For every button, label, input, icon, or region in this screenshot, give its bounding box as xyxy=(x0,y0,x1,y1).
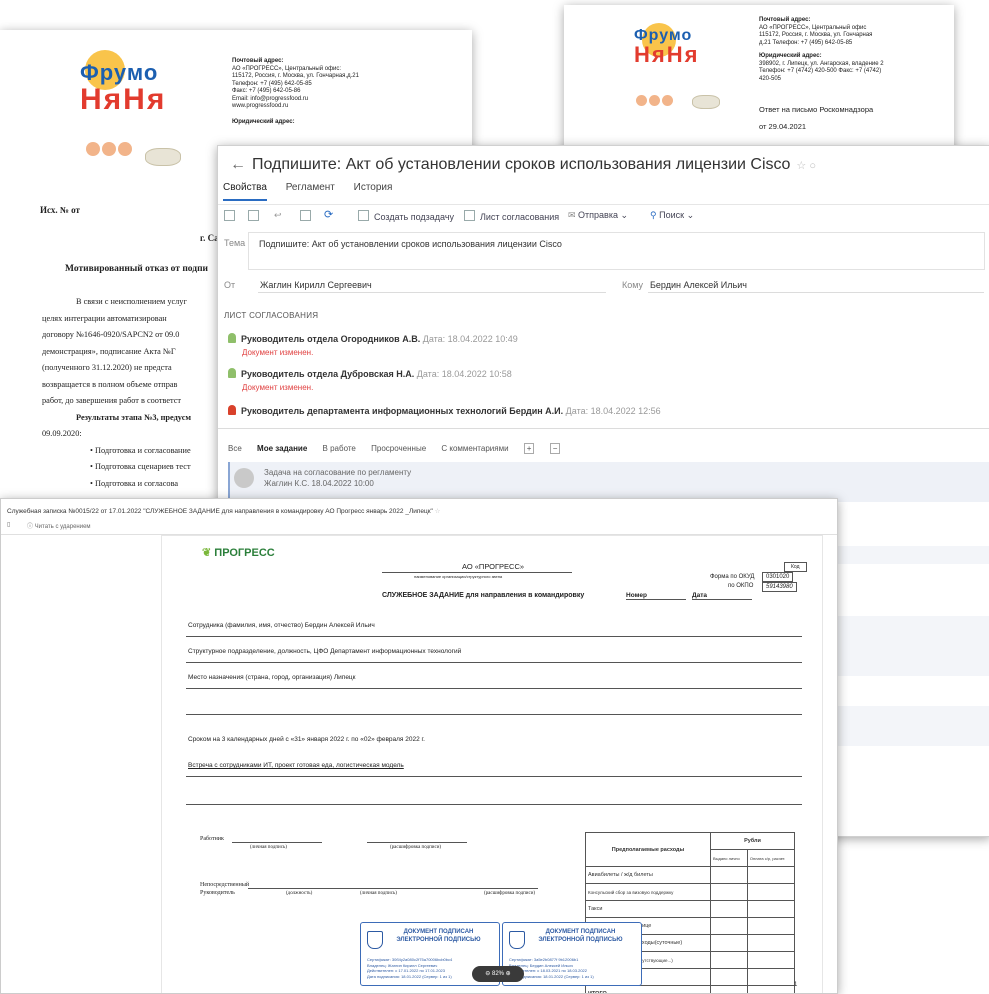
destination-field: Место назначения (страна, город, организ… xyxy=(188,674,356,681)
letter-body: В связи с неисполнением услуг целях инте… xyxy=(42,294,191,492)
city: г. Са xyxy=(200,233,219,243)
subject-field[interactable]: Подпишите: Акт об установлении сроков ис… xyxy=(248,232,985,270)
expand-icon[interactable]: + xyxy=(524,443,535,454)
subtask-icon xyxy=(358,210,369,221)
trip-assignment-document: Служебная записка №0015/22 от 17.01.2022… xyxy=(0,498,838,994)
shield-icon xyxy=(509,931,525,949)
table-row: Такси xyxy=(586,901,795,918)
search-menu-button[interactable]: ⚲ Поиск ⌄ xyxy=(650,210,694,221)
collapse-icon[interactable]: − xyxy=(550,443,561,454)
table-row: Консульский сбор за визовую поддержку xyxy=(586,884,795,901)
filter-in-progress[interactable]: В работе xyxy=(323,444,356,453)
filter-with-comments[interactable]: С комментариями xyxy=(441,444,508,453)
form-page: ❦ ПРОГРЕСС АО «ПРОГРЕСС» наименование ор… xyxy=(161,535,823,994)
sidebar-icon[interactable]: ▯ xyxy=(7,521,10,528)
tab-history[interactable]: История xyxy=(354,182,393,199)
reply-reference: Ответ на письмо Роскомнадзора от 29.04.2… xyxy=(759,105,873,132)
purpose-field: Встреча с сотрудниками ИТ, проект готова… xyxy=(188,762,404,769)
company-logo: ❦ ПРОГРЕСС xyxy=(202,546,275,559)
task-item[interactable]: Задача на согласование по регламенту Жаг… xyxy=(228,462,989,502)
back-arrow-icon[interactable]: ← xyxy=(230,156,246,173)
approval-sheet-button[interactable]: Лист согласования xyxy=(464,210,559,222)
letter-title: Мотивированный отказ от подпи xyxy=(65,264,208,274)
subject-label: Тема xyxy=(224,238,245,248)
approval-row: Руководитель отдела Дубровская Н.А. Дата… xyxy=(228,368,512,392)
list-icon xyxy=(464,210,475,221)
zoom-in-icon[interactable]: ⊕ xyxy=(504,971,511,977)
outgoing-number: Исх. № от xyxy=(40,205,80,215)
to-field[interactable]: Бердин Алексей Ильич xyxy=(650,280,747,290)
chevron-down-icon: ⌄ xyxy=(621,210,629,220)
page-number: 1 xyxy=(794,982,797,988)
star-icon[interactable]: ☆ xyxy=(435,508,441,515)
window-tabs: Свойства Регламент История xyxy=(223,182,408,201)
shield-icon xyxy=(367,931,383,949)
filter-overdue[interactable]: Просроченные xyxy=(371,444,426,453)
table-row: Авиабилеты / ж/д билеты xyxy=(586,867,795,884)
filter-all[interactable]: Все xyxy=(228,444,242,453)
brand-logo: Фрумо НяНя xyxy=(80,60,166,114)
tab-regulation[interactable]: Регламент xyxy=(286,182,335,199)
refresh-icon[interactable]: ⟳ xyxy=(324,208,333,221)
approval-sheet-heading: ЛИСТ СОГЛАСОВАНИЯ xyxy=(224,311,318,320)
from-label: От xyxy=(224,280,235,290)
from-field[interactable]: Жаглин Кирилл Сергеевич xyxy=(260,280,372,290)
print-icon[interactable] xyxy=(248,210,264,222)
create-subtask-button[interactable]: Создать подзадачу xyxy=(358,210,454,222)
department-field: Структурное подразделение, должность, ЦФ… xyxy=(188,648,461,655)
secondary-brand-icon xyxy=(145,148,181,166)
secondary-brand-icon xyxy=(692,95,720,109)
kids-logo-icon xyxy=(86,142,134,161)
zoom-control[interactable]: ⊖ 82% ⊕ xyxy=(472,966,524,982)
employee-field: Сотрудника (фамилия, имя, отчество) Берд… xyxy=(188,622,375,629)
brand-logo: Фрумо НяНя xyxy=(634,27,699,65)
approver-status-icon xyxy=(228,333,236,343)
reply-icon[interactable]: ↩ xyxy=(274,210,282,221)
chevron-down-icon: ⌄ xyxy=(687,210,695,220)
postal-address: Почтовый адрес: АО «ПРОГРЕСС», Центральн… xyxy=(232,58,432,126)
to-label: Кому xyxy=(622,280,643,290)
company-name: АО «ПРОГРЕСС» xyxy=(462,562,524,571)
approval-row: Руководитель отдела Огородников А.В. Дат… xyxy=(228,333,518,357)
window-title: ←Подпишите: Акт об установлении сроков и… xyxy=(230,156,816,174)
table-row: Предполагаемые расходыРубли xyxy=(586,833,795,850)
filter-my-task[interactable]: Мое задание xyxy=(257,444,307,453)
read-aloud-button[interactable]: ⓘ Читать с ударением xyxy=(27,521,91,530)
tab-properties[interactable]: Свойства xyxy=(223,182,267,201)
copy-icon[interactable] xyxy=(300,210,316,222)
postal-address: Почтовый адрес: АО «ПРОГРЕСС», Центральн… xyxy=(759,17,929,83)
search-icon: ⚲ xyxy=(650,210,659,220)
avatar xyxy=(234,468,254,488)
document-title: Служебная записка №0015/22 от 17.01.2022… xyxy=(7,507,441,515)
table-row: ИТОГО xyxy=(586,986,795,994)
task-filter-tabs: Все Мое задание В работе Просроченные С … xyxy=(228,444,573,453)
approver-status-icon xyxy=(228,405,236,415)
viewer-toolbar: ▯ ⓘ Читать с ударением xyxy=(1,518,837,535)
toolbar: ↩ ⟳ Создать подзадачу Лист согласования … xyxy=(218,204,989,227)
kids-logo-icon xyxy=(636,93,675,111)
favorite-star-icon[interactable]: ☆ ○ xyxy=(796,160,816,172)
approval-row: Руководитель департамента информационных… xyxy=(228,405,661,416)
mail-icon: ✉ xyxy=(568,210,578,220)
save-icon[interactable] xyxy=(224,210,240,222)
progress-leaf-icon: ❦ xyxy=(202,547,214,559)
approver-status-icon xyxy=(228,368,236,378)
zoom-out-icon[interactable]: ⊖ xyxy=(485,971,492,977)
form-title: СЛУЖЕБНОЕ ЗАДАНИЕ для направления в кома… xyxy=(382,592,584,599)
period-field: Сроком на 3 календарных дней с «31» янва… xyxy=(188,736,425,743)
send-menu-button[interactable]: ✉ Отправка ⌄ xyxy=(568,210,628,221)
letter-sheet-right: Фрумо НяНя Почтовый адрес: АО «ПРОГРЕСС»… xyxy=(564,5,954,165)
